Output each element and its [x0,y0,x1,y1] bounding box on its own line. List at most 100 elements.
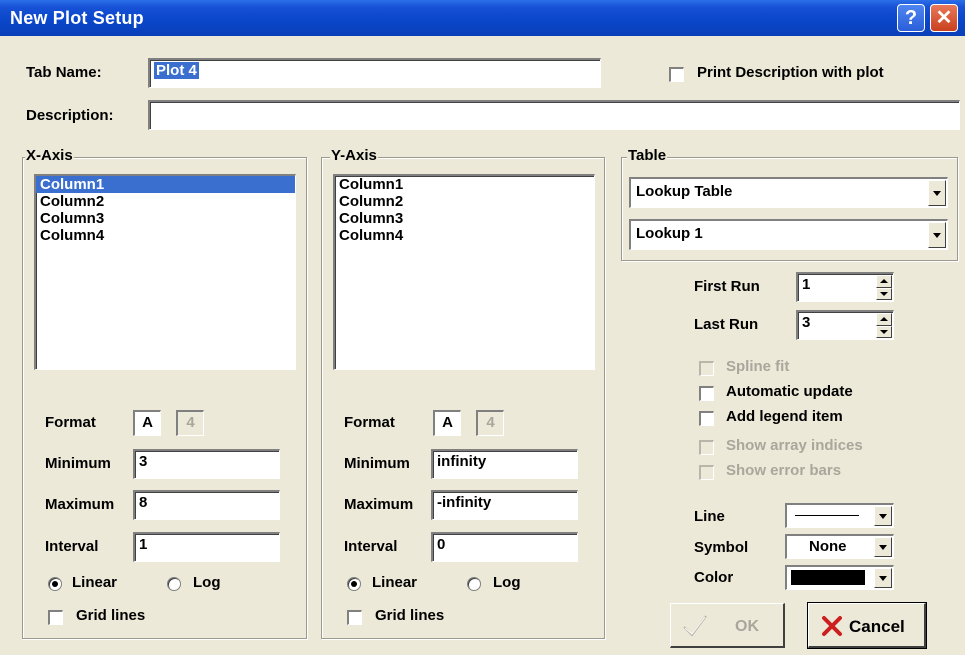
cancel-label: Cancel [849,617,905,636]
help-button[interactable]: ? [897,4,925,32]
tab-name-value: Plot 4 [154,62,199,79]
show-error-bars-checkbox [699,465,714,480]
list-item[interactable]: Column3 [36,210,295,227]
window-title: New Plot Setup [10,8,144,28]
x-minimum-label: Minimum [45,455,111,472]
y-minimum-value: infinity [437,453,487,470]
tab-name-label: Tab Name: [26,64,102,81]
print-description-label: Print Description with plot [697,64,884,81]
list-item[interactable]: Column1 [335,176,594,193]
x-interval-input[interactable]: 1 [133,532,280,562]
ok-button: OK [670,603,785,648]
tab-name-input[interactable]: Plot 4 [148,58,601,88]
x-log-label: Log [193,574,221,591]
chevron-down-icon[interactable] [928,222,946,248]
ok-label: OK [735,618,759,635]
y-linear-label: Linear [372,574,418,591]
y-linear-radio[interactable] [347,577,361,591]
y-grid-lines-checkbox[interactable] [347,610,362,625]
color-label: Color [694,569,734,586]
table-type-value: Lookup Table [636,183,733,200]
y-minimum-input[interactable]: infinity [431,449,578,479]
automatic-update-label: Automatic update [726,383,853,400]
title-bar[interactable]: New Plot Setup ? ✕ [0,0,965,36]
y-log-label: Log [493,574,521,591]
x-minimum-input[interactable]: 3 [133,449,280,479]
cancel-button[interactable]: Cancel [807,602,927,649]
y-axis-column-list[interactable]: Column1 Column2 Column3 Column4 [333,174,595,370]
x-axis-column-list[interactable]: Column1 Column2 Column3 Column4 [34,174,296,370]
table-name-value: Lookup 1 [636,225,703,242]
spline-fit-checkbox [699,361,714,376]
list-item[interactable]: Column3 [335,210,594,227]
last-run-value: 3 [802,314,811,331]
chevron-down-icon[interactable] [928,180,946,206]
list-item[interactable]: Column1 [36,176,295,193]
color-swatch [791,570,865,585]
symbol-select[interactable]: None [785,534,894,559]
y-format-digits-box: 4 [476,410,504,436]
new-plot-setup-dialog: New Plot Setup ? ✕ Tab Name: Plot 4 Prin… [0,0,965,655]
x-interval-label: Interval [45,538,99,555]
close-button[interactable]: ✕ [930,4,958,32]
table-title: Table [627,147,668,164]
x-maximum-label: Maximum [45,496,115,513]
y-format-label: Format [344,414,395,431]
y-log-radio[interactable] [467,577,481,591]
show-array-indices-label: Show array indices [726,437,863,454]
x-minimum-value: 3 [139,453,148,470]
color-select[interactable] [785,565,894,590]
add-legend-item-label: Add legend item [726,408,843,425]
line-style-select[interactable] [785,503,894,528]
table-type-select[interactable]: Lookup Table [629,177,948,208]
last-run-label: Last Run [694,316,759,333]
print-description-checkbox[interactable] [669,67,684,82]
x-linear-label: Linear [72,574,118,591]
first-run-label: First Run [694,278,760,295]
line-label: Line [694,508,725,525]
chevron-down-icon[interactable] [874,568,892,588]
y-interval-label: Interval [344,538,398,555]
x-grid-lines-checkbox[interactable] [48,610,63,625]
description-input[interactable] [148,100,960,130]
x-maximum-input[interactable]: 8 [133,490,280,520]
y-maximum-input[interactable]: -infinity [431,490,578,520]
symbol-value: None [809,538,847,555]
chevron-down-icon[interactable] [874,537,892,557]
list-item[interactable]: Column2 [36,193,295,210]
table-name-select[interactable]: Lookup 1 [629,219,948,250]
list-item[interactable]: Column4 [36,227,295,244]
chevron-down-icon[interactable] [874,506,892,526]
first-run-value: 1 [802,276,811,293]
y-maximum-label: Maximum [344,496,414,513]
automatic-update-checkbox[interactable] [699,386,714,401]
symbol-label: Symbol [694,539,749,556]
spin-icon[interactable] [876,275,892,300]
x-format-alpha-box[interactable]: A [133,410,161,436]
y-interval-value: 0 [437,536,446,553]
list-item[interactable]: Column2 [335,193,594,210]
x-grid-lines-label: Grid lines [76,607,146,624]
description-label: Description: [26,107,114,124]
x-linear-radio[interactable] [48,577,62,591]
x-log-radio[interactable] [167,577,181,591]
list-item[interactable]: Column4 [335,227,594,244]
cancel-x-icon [822,616,842,636]
x-interval-value: 1 [139,536,148,553]
y-minimum-label: Minimum [344,455,410,472]
spline-fit-label: Spline fit [726,358,790,375]
y-axis-title: Y-Axis [330,147,378,164]
y-grid-lines-label: Grid lines [375,607,445,624]
x-axis-title: X-Axis [25,147,74,164]
y-interval-input[interactable]: 0 [431,532,578,562]
add-legend-item-checkbox[interactable] [699,411,714,426]
last-run-stepper[interactable]: 3 [796,310,894,340]
first-run-stepper[interactable]: 1 [796,272,894,302]
x-maximum-value: 8 [139,494,148,511]
y-format-alpha-box[interactable]: A [433,410,461,436]
y-maximum-value: -infinity [437,494,492,511]
line-preview [795,515,859,516]
spin-icon[interactable] [876,313,892,338]
x-format-digits-box: 4 [176,410,204,436]
show-error-bars-label: Show error bars [726,462,842,479]
